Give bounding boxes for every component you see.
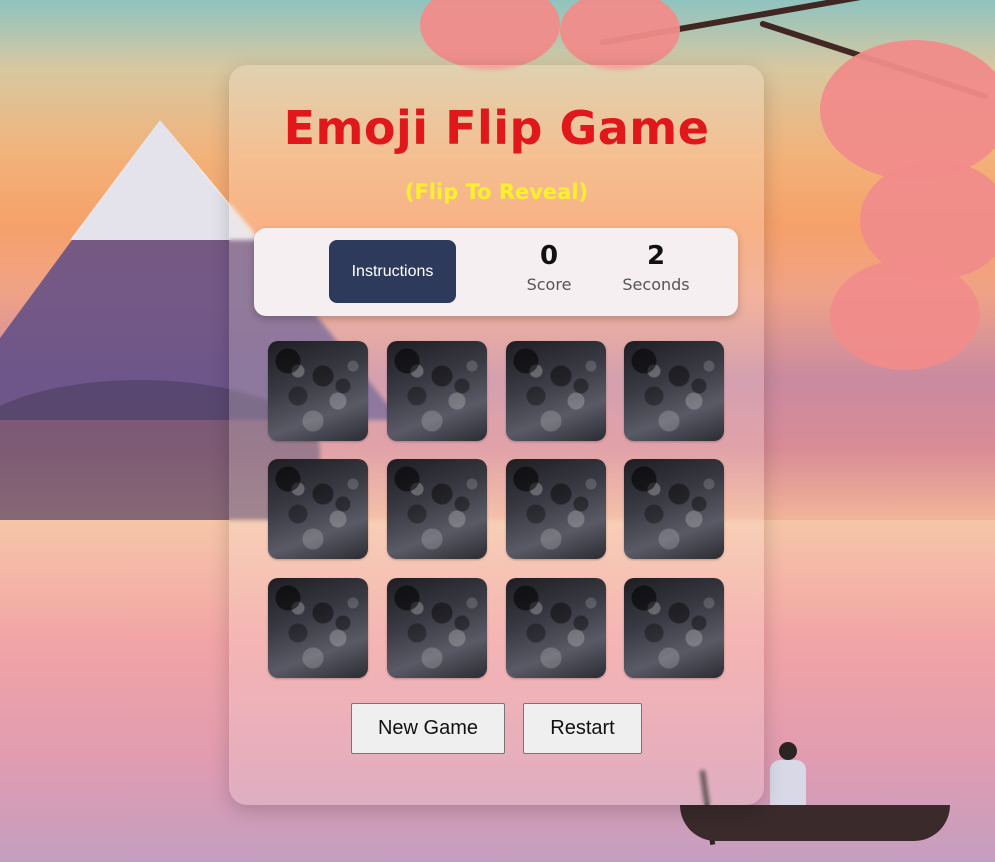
blossom-cluster [420,0,560,70]
memory-card[interactable] [268,341,368,441]
page-subtitle: (Flip To Reveal) [404,180,589,204]
blossom-cluster [830,260,980,370]
memory-card[interactable] [624,341,724,441]
memory-card[interactable] [506,341,606,441]
restart-button[interactable]: Restart [523,703,642,754]
memory-card[interactable] [624,578,724,678]
page-title: Emoji Flip Game [283,101,710,155]
stats-bar: Instructions 0 Score 2 Seconds [254,228,738,316]
blossom-cluster [820,40,995,180]
blossom-cluster [560,0,680,70]
score-value: 0 [539,241,559,271]
memory-card[interactable] [387,578,487,678]
memory-card[interactable] [506,459,606,559]
memory-card[interactable] [387,459,487,559]
instructions-button[interactable]: Instructions [329,240,456,303]
timer-stat: 2 Seconds [606,242,706,294]
new-game-button[interactable]: New Game [351,703,505,754]
boatman-head [779,742,797,760]
memory-card[interactable] [506,578,606,678]
memory-card[interactable] [268,459,368,559]
card-grid [268,341,725,678]
memory-card[interactable] [624,459,724,559]
seconds-label: Seconds [622,274,690,294]
memory-card[interactable] [387,341,487,441]
score-stat: 0 Score [509,242,589,294]
seconds-value: 2 [646,241,666,271]
memory-card[interactable] [268,578,368,678]
boat-illustration [680,805,950,841]
score-label: Score [526,274,572,294]
game-panel: Emoji Flip Game (Flip To Reveal) Instruc… [229,65,764,805]
